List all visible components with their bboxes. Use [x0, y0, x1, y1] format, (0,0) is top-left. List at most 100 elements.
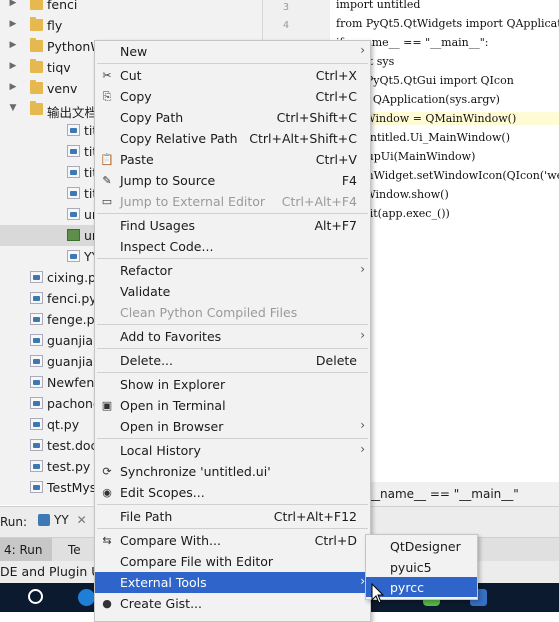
chevron-right-icon[interactable]: ▶	[8, 0, 18, 8]
menu-item-paste[interactable]: 📋 Paste Ctrl+V	[95, 149, 370, 170]
menu-item-shortcut: Ctrl+D	[314, 533, 357, 548]
menu-separator	[97, 528, 368, 529]
menu-item-validate[interactable]: Validate	[95, 281, 370, 302]
menu-item-delete[interactable]: Delete... Delete	[95, 350, 370, 371]
mouse-cursor-icon	[371, 583, 385, 604]
menu-item-copy-path[interactable]: Copy Path Ctrl+Shift+C	[95, 107, 370, 128]
menu-item-shortcut: Ctrl+V	[315, 152, 357, 167]
close-icon[interactable]: ✕	[77, 513, 87, 527]
menu-item-label: Validate	[120, 284, 171, 299]
menu-item-compare-file-with-editor[interactable]: Compare File with Editor	[95, 551, 370, 572]
menu-item-label: Open in Browser	[120, 419, 224, 434]
line-number: 4	[283, 20, 290, 31]
menu-item-label: Paste	[120, 152, 154, 167]
tool-tab-other[interactable]: Te	[68, 543, 81, 557]
chevron-right-icon[interactable]: ▶	[8, 82, 18, 92]
python-file-icon	[30, 334, 43, 346]
menu-item-inspect-code[interactable]: Inspect Code...	[95, 236, 370, 257]
python-file-icon	[30, 439, 43, 451]
menu-item-label: Edit Scopes...	[120, 485, 205, 500]
tool-tab-run[interactable]: 4: Run	[0, 538, 52, 562]
menu-item-add-to-favorites[interactable]: Add to Favorites ›	[95, 326, 370, 347]
folder-icon	[30, 38, 43, 52]
chevron-right-icon: ›	[360, 418, 365, 432]
tree-item-label: 输出文档	[47, 105, 98, 120]
code-line: import untitled	[336, 0, 421, 11]
menu-item-label: Compare With...	[120, 533, 221, 548]
menu-item-create-gist[interactable]: ● Create Gist...	[95, 593, 370, 614]
tree-item-label: qt.py	[47, 417, 80, 432]
menu-item-label: Open in Terminal	[120, 398, 226, 413]
chevron-right-icon: ›	[360, 262, 365, 276]
menu-item-jump-to-source[interactable]: ✎ Jump to Source F4	[95, 170, 370, 191]
menu-item-label: External Tools	[120, 575, 207, 590]
menu-item-shortcut: Ctrl+Alt+F4	[281, 194, 357, 209]
edit-icon: ✎	[102, 174, 112, 187]
chevron-down-icon[interactable]: ▼	[8, 103, 18, 113]
menu-item-open-in-browser[interactable]: Open in Browser ›	[95, 416, 370, 437]
python-file-icon	[30, 292, 43, 304]
tool-tab-run-label: 4: Run	[4, 543, 43, 557]
run-tab-yy[interactable]: YY ✕	[38, 513, 87, 527]
folder-icon	[30, 59, 43, 73]
menu-item-copy[interactable]: ⎘ Copy Ctrl+C	[95, 86, 370, 107]
run-tab-label: YY	[54, 513, 69, 527]
menu-item-local-history[interactable]: Local History ›	[95, 440, 370, 461]
python-file-icon	[30, 418, 43, 430]
context-menu[interactable]: New › ✂ Cut Ctrl+X ⎘ Copy Ctrl+C Copy Path Ctrl+S…	[94, 40, 371, 622]
menu-item-show-in-explorer[interactable]: Show in Explorer	[95, 374, 370, 395]
menu-item-open-in-terminal[interactable]: ▣ Open in Terminal	[95, 395, 370, 416]
menu-item-label: Local History	[120, 443, 201, 458]
menu-item-shortcut: Ctrl+Shift+C	[276, 110, 357, 125]
menu-item-shortcut: Delete	[315, 353, 357, 368]
menu-separator	[97, 504, 368, 505]
chevron-right-icon: ›	[360, 43, 365, 57]
run-label: Run:	[0, 515, 28, 529]
chevron-right-icon[interactable]: ▶	[8, 19, 18, 29]
menu-separator	[97, 348, 368, 349]
tree-item-label: TestMys	[47, 480, 97, 495]
menu-item-refactor[interactable]: Refactor ›	[95, 260, 370, 281]
tree-item-label: fenci	[47, 0, 78, 12]
menu-item-file-path[interactable]: File Path Ctrl+Alt+F12	[95, 506, 370, 527]
menu-separator	[97, 258, 368, 259]
status-text: DE and Plugin U	[0, 564, 101, 579]
menu-item-shortcut: Ctrl+Alt+F12	[273, 509, 357, 524]
python-file-icon	[30, 376, 43, 388]
menu-separator	[97, 63, 368, 64]
menu-item-find-usages[interactable]: Find Usages Alt+F7	[95, 215, 370, 236]
menu-item-shortcut: Ctrl+C	[315, 89, 357, 104]
menu-separator	[97, 372, 368, 373]
tree-item[interactable]: ▶ fenci	[0, 0, 262, 15]
python-file-icon	[30, 481, 43, 493]
menu-item-label: File Path	[120, 509, 173, 524]
menu-item-external-tools[interactable]: External Tools ›	[95, 572, 370, 593]
search-icon[interactable]	[28, 589, 43, 604]
python-file-icon	[67, 208, 80, 220]
menu-item-label: Synchronize 'untitled.ui'	[120, 464, 271, 479]
submenu-item-qtdesigner[interactable]: QtDesigner	[366, 536, 477, 556]
sync-icon: ⟳	[102, 465, 112, 478]
menu-item-shortcut: Ctrl+Alt+Shift+C	[249, 131, 357, 146]
menu-item-copy-relative-path[interactable]: Copy Relative Path Ctrl+Alt+Shift+C	[95, 128, 370, 149]
edge-icon[interactable]	[78, 589, 95, 606]
menu-separator	[97, 213, 368, 214]
menu-item-new[interactable]: New ›	[95, 41, 370, 62]
menu-item-label: Copy Relative Path	[120, 131, 238, 146]
menu-item-edit-scopes[interactable]: ◉ Edit Scopes...	[95, 482, 370, 503]
folder-icon	[30, 0, 43, 10]
menu-item-cut[interactable]: ✂ Cut Ctrl+X	[95, 65, 370, 86]
python-file-icon	[30, 355, 43, 367]
breadcrumb-text: __name__ == "__main__"	[368, 487, 519, 501]
menu-item-shortcut: F4	[341, 173, 357, 188]
menu-item-synchronize-untitled-ui[interactable]: ⟳ Synchronize 'untitled.ui'	[95, 461, 370, 482]
cut-icon: ✂	[102, 69, 112, 82]
python-file-icon	[67, 145, 80, 157]
tree-item-label: venv	[47, 81, 78, 96]
submenu-item-label: pyrcc	[390, 580, 424, 595]
submenu-item-pyuic5[interactable]: pyuic5	[366, 557, 477, 577]
chevron-right-icon[interactable]: ▶	[8, 61, 18, 71]
chevron-right-icon[interactable]: ▶	[8, 40, 18, 50]
tree-item[interactable]: ▶ fly	[0, 15, 262, 36]
menu-item-compare-with[interactable]: ⇆ Compare With... Ctrl+D	[95, 530, 370, 551]
